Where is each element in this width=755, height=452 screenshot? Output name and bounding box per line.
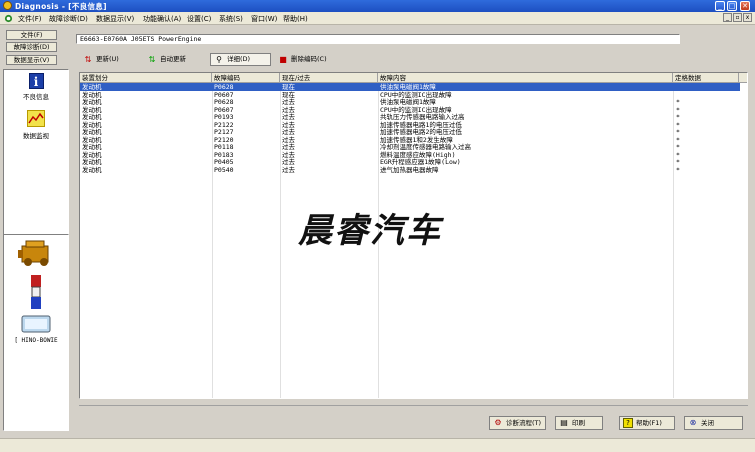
close-window-button[interactable]: ✕	[740, 1, 750, 11]
diagnosis-flow-label: 诊断流程(T)	[506, 419, 542, 427]
print-label: 印刷	[572, 419, 585, 427]
cell-freeze-data: *	[676, 165, 680, 174]
menu-data-display[interactable]: 数据显示(V)	[96, 14, 134, 24]
menu-settings[interactable]: 设置(C)	[187, 14, 211, 24]
title-bar: Diagnosis - [不良信息] _ □ ✕	[0, 0, 755, 12]
sidebar-item-label: 不良信息	[23, 93, 49, 101]
menu-bar: 文件(F) 故障诊断(D) 数据显示(V) 功能确认(A) 设置(C) 系统(S…	[0, 12, 755, 25]
update-label: 更新(U)	[96, 55, 119, 63]
sidebar-item-label: 数据监视	[23, 132, 49, 140]
delete-code-button[interactable]: ■ 删除编码(C)	[274, 53, 336, 66]
diagnosis-flow-button[interactable]: ⚙ 诊断流程(T)	[489, 416, 546, 430]
magnifier-icon: ⚲	[216, 55, 222, 64]
window-title: Diagnosis - [不良信息]	[15, 2, 107, 11]
update-icon: ⇅	[84, 55, 92, 64]
device-list: [ HINO-BOWIE	[3, 234, 69, 431]
menu-file[interactable]: 文件(F)	[18, 14, 42, 24]
cell-code: P0540	[214, 165, 234, 174]
menu-window[interactable]: 窗口(W)	[251, 14, 277, 24]
divider	[79, 405, 748, 406]
auto-update-icon: ⇅	[148, 55, 156, 64]
maximize-button[interactable]: □	[727, 1, 737, 11]
delete-code-label: 删除编码(C)	[291, 55, 327, 63]
menu-help[interactable]: 帮助(H)	[283, 14, 308, 24]
menu-function-confirm[interactable]: 功能确认(A)	[143, 14, 181, 24]
sidebar-button-diagnosis[interactable]: 故障诊断(D)	[6, 42, 57, 52]
engine-icon	[18, 240, 49, 266]
app-icon	[3, 1, 12, 10]
printer-icon: ▤	[560, 418, 568, 427]
update-button[interactable]: ⇅ 更新(U)	[79, 53, 129, 66]
help-icon: ?	[623, 418, 633, 428]
column-header-code[interactable]: 故障编码	[212, 73, 280, 83]
main-area: E6663-E0760A J05ETS PowerEngine ⇅ 更新(U) …	[76, 27, 752, 433]
detail-label: 详细(D)	[227, 55, 251, 63]
device-hino-bowie[interactable]: [ HINO-BOWIE	[4, 315, 68, 344]
mdi-restore-button[interactable]: ▫	[733, 13, 742, 22]
vehicle-name-field: E6663-E0760A J05ETS PowerEngine	[76, 34, 680, 44]
watermark-text: 晨睿汽车	[298, 211, 442, 251]
print-button[interactable]: ▤ 印刷	[555, 416, 603, 430]
menu-system[interactable]: 系统(S)	[219, 14, 243, 24]
sidebar-button-file[interactable]: 文件(F)	[6, 30, 57, 40]
close-label: 关闭	[701, 419, 714, 427]
detail-button[interactable]: ⚲ 详细(D)	[210, 53, 271, 66]
minimize-button[interactable]: _	[715, 1, 725, 11]
mdi-minimize-button[interactable]: _	[723, 13, 732, 22]
trash-icon: ■	[279, 55, 287, 64]
device-engine[interactable]	[4, 238, 68, 270]
help-label: 帮助(F1)	[636, 419, 662, 427]
table-row[interactable]: 发动机 P0540 过去 进气加热器电器故障 *	[80, 166, 740, 174]
status-bar	[0, 438, 755, 452]
device-icon	[21, 315, 51, 333]
column-header-content[interactable]: 故障内容	[378, 73, 673, 83]
mdi-controls: _ ▫ x	[722, 13, 752, 22]
device-connector[interactable]	[4, 275, 68, 311]
usb-connector-icon	[31, 275, 41, 309]
cell-device: 发动机	[82, 165, 102, 174]
flow-icon: ⚙	[494, 418, 502, 427]
auto-update-button[interactable]: ⇅ 自动更新	[143, 53, 199, 66]
sidebar-item-data-monitor[interactable]: 数据监视	[4, 110, 68, 140]
close-button[interactable]: ⊗ 关闭	[684, 416, 743, 430]
menu-diagnosis[interactable]: 故障诊断(D)	[49, 14, 88, 24]
cell-content: 进气加热器电器故障	[380, 165, 439, 174]
help-button[interactable]: ? 帮助(F1)	[619, 416, 675, 430]
column-header-device[interactable]: 装置划分	[80, 73, 212, 83]
mdi-close-button[interactable]: x	[743, 13, 752, 22]
data-monitor-icon	[27, 110, 45, 127]
column-header-freeze-data[interactable]: 定格数据	[673, 73, 739, 83]
close-icon: ⊗	[689, 418, 697, 427]
sidebar-button-data-display[interactable]: 数据显示(V)	[6, 55, 57, 65]
sidebar-item-fault-info[interactable]: i 不良信息	[4, 73, 68, 101]
device-label: [ HINO-BOWIE	[14, 337, 58, 344]
auto-update-label: 自动更新	[160, 55, 186, 63]
cell-state: 过去	[282, 165, 295, 174]
column-header-state[interactable]: 现在/过去	[280, 73, 378, 83]
table-header: 装置划分 故障编码 现在/过去 故障内容 定格数据	[80, 73, 747, 83]
function-list: i 不良信息 数据监视	[3, 69, 69, 252]
app-menu-icon[interactable]	[4, 14, 13, 23]
info-icon: i	[28, 73, 44, 89]
left-panel: 文件(F) 故障诊断(D) 数据显示(V) i 不良信息 数据监视 [HINO…	[0, 27, 72, 433]
